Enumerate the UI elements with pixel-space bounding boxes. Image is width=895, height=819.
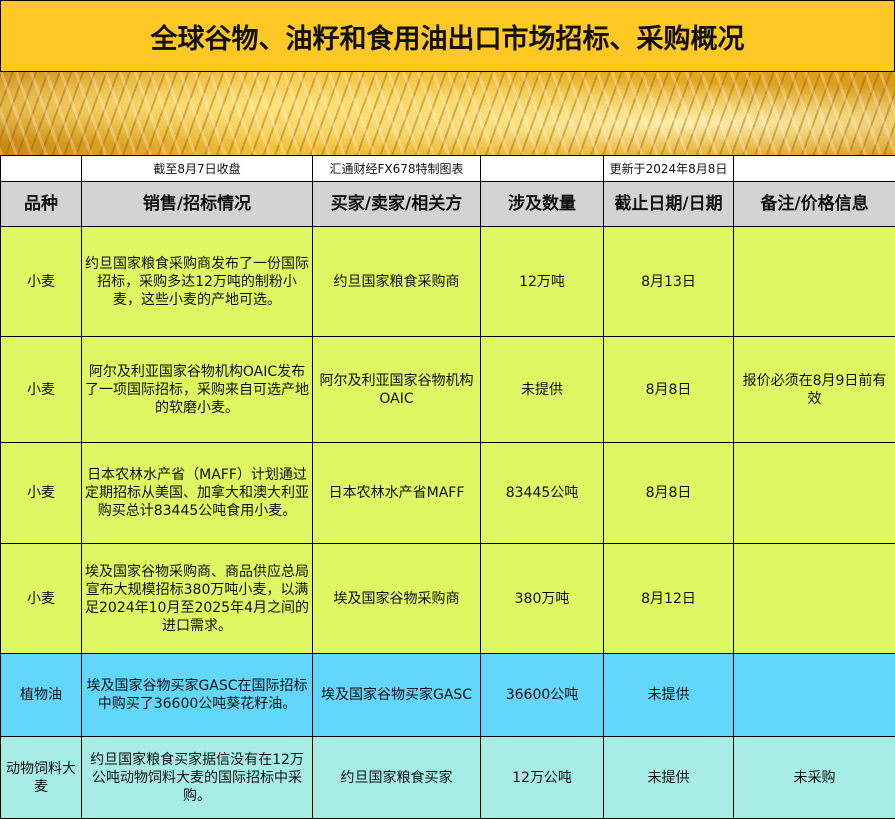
remarks-cell — [734, 544, 895, 654]
wheat-banner-image — [0, 72, 895, 155]
party-cell: 买家/卖家/相关方 — [313, 182, 481, 227]
quantity-cell: 12万吨 — [481, 227, 604, 337]
table-row: 小麦日本农林水产省（MAFF）计划通过定期招标从美国、加拿大和澳大利亚购买总计8… — [1, 443, 895, 544]
variety-cell: 小麦 — [1, 443, 82, 544]
table-row: 小麦埃及国家谷物采购商、商品供应总局宣布大规模招标380万吨小麦，以满足2024… — [1, 544, 895, 654]
variety-cell: 小麦 — [1, 544, 82, 654]
deadline-cell: 截止日期/日期 — [604, 182, 734, 227]
tender-description-cell: 阿尔及利亚国家谷物机构OAIC发布了一项国际招标，采购来自可选产地的软磨小麦。 — [82, 337, 313, 443]
quantity-cell: 83445公吨 — [481, 443, 604, 544]
remarks-cell — [734, 654, 895, 737]
variety-cell: 小麦 — [1, 337, 82, 443]
page-title: 全球谷物、油籽和食用油出口市场招标、采购概况 — [0, 0, 895, 72]
variety-cell — [1, 156, 82, 182]
deadline-cell: 更新于2024年8月8日 — [604, 156, 734, 182]
deadline-cell: 未提供 — [604, 654, 734, 737]
table-row: 小麦约旦国家粮食采购商发布了一份国际招标，采购多达12万吨的制粉小麦，这些小麦的… — [1, 227, 895, 337]
party-cell: 约旦国家粮食买家 — [313, 737, 481, 819]
variety-cell: 小麦 — [1, 227, 82, 337]
remarks-cell — [734, 443, 895, 544]
party-cell: 约旦国家粮食采购商 — [313, 227, 481, 337]
remarks-cell: 报价必须在8月9日前有效 — [734, 337, 895, 443]
tender-description-cell: 埃及国家谷物采购商、商品供应总局宣布大规模招标380万吨小麦，以满足2024年1… — [82, 544, 313, 654]
tender-description-cell: 约旦国家粮食采购商发布了一份国际招标，采购多达12万吨的制粉小麦，这些小麦的产地… — [82, 227, 313, 337]
quantity-cell: 380万吨 — [481, 544, 604, 654]
deadline-cell: 8月8日 — [604, 337, 734, 443]
remarks-cell: 未采购 — [734, 737, 895, 819]
remarks-cell: 备注/价格信息 — [734, 182, 895, 227]
quantity-cell: 涉及数量 — [481, 182, 604, 227]
party-cell: 日本农林水产省MAFF — [313, 443, 481, 544]
table-row: 植物油埃及国家谷物买家GASC在国际招标中购买了36600公吨葵花籽油。埃及国家… — [1, 654, 895, 737]
party-cell: 汇通财经FX678特制图表 — [313, 156, 481, 182]
tender-description-cell: 日本农林水产省（MAFF）计划通过定期招标从美国、加拿大和澳大利亚购买总计834… — [82, 443, 313, 544]
tender-description-cell: 约旦国家粮食买家据信没有在12万公吨动物饲料大麦的国际招标中采购。 — [82, 737, 313, 819]
info-row: 截至8月7日收盘汇通财经FX678特制图表 更新于2024年8月8日 — [1, 156, 895, 182]
party-cell: 埃及国家谷物买家GASC — [313, 654, 481, 737]
table-row: 小麦阿尔及利亚国家谷物机构OAIC发布了一项国际招标，采购来自可选产地的软磨小麦… — [1, 337, 895, 443]
deadline-cell: 8月8日 — [604, 443, 734, 544]
header-row: 品种销售/招标情况买家/卖家/相关方涉及数量截止日期/日期备注/价格信息 — [1, 182, 895, 227]
deadline-cell: 未提供 — [604, 737, 734, 819]
deadline-cell: 8月13日 — [604, 227, 734, 337]
tender-description-cell: 埃及国家谷物买家GASC在国际招标中购买了36600公吨葵花籽油。 — [82, 654, 313, 737]
remarks-cell — [734, 156, 895, 182]
quantity-cell: 36600公吨 — [481, 654, 604, 737]
remarks-cell — [734, 227, 895, 337]
deadline-cell: 8月12日 — [604, 544, 734, 654]
tender-description-cell: 销售/招标情况 — [82, 182, 313, 227]
variety-cell: 品种 — [1, 182, 82, 227]
variety-cell: 植物油 — [1, 654, 82, 737]
quantity-cell: 未提供 — [481, 337, 604, 443]
quantity-cell: 12万公吨 — [481, 737, 604, 819]
party-cell: 阿尔及利亚国家谷物机构OAIC — [313, 337, 481, 443]
quantity-cell — [481, 156, 604, 182]
tender-description-cell: 截至8月7日收盘 — [82, 156, 313, 182]
tender-table: 截至8月7日收盘汇通财经FX678特制图表更新于2024年8月8日品种销售/招标… — [0, 155, 895, 819]
party-cell: 埃及国家谷物采购商 — [313, 544, 481, 654]
table-row: 动物饲料大麦约旦国家粮食买家据信没有在12万公吨动物饲料大麦的国际招标中采购。约… — [1, 737, 895, 819]
variety-cell: 动物饲料大麦 — [1, 737, 82, 819]
